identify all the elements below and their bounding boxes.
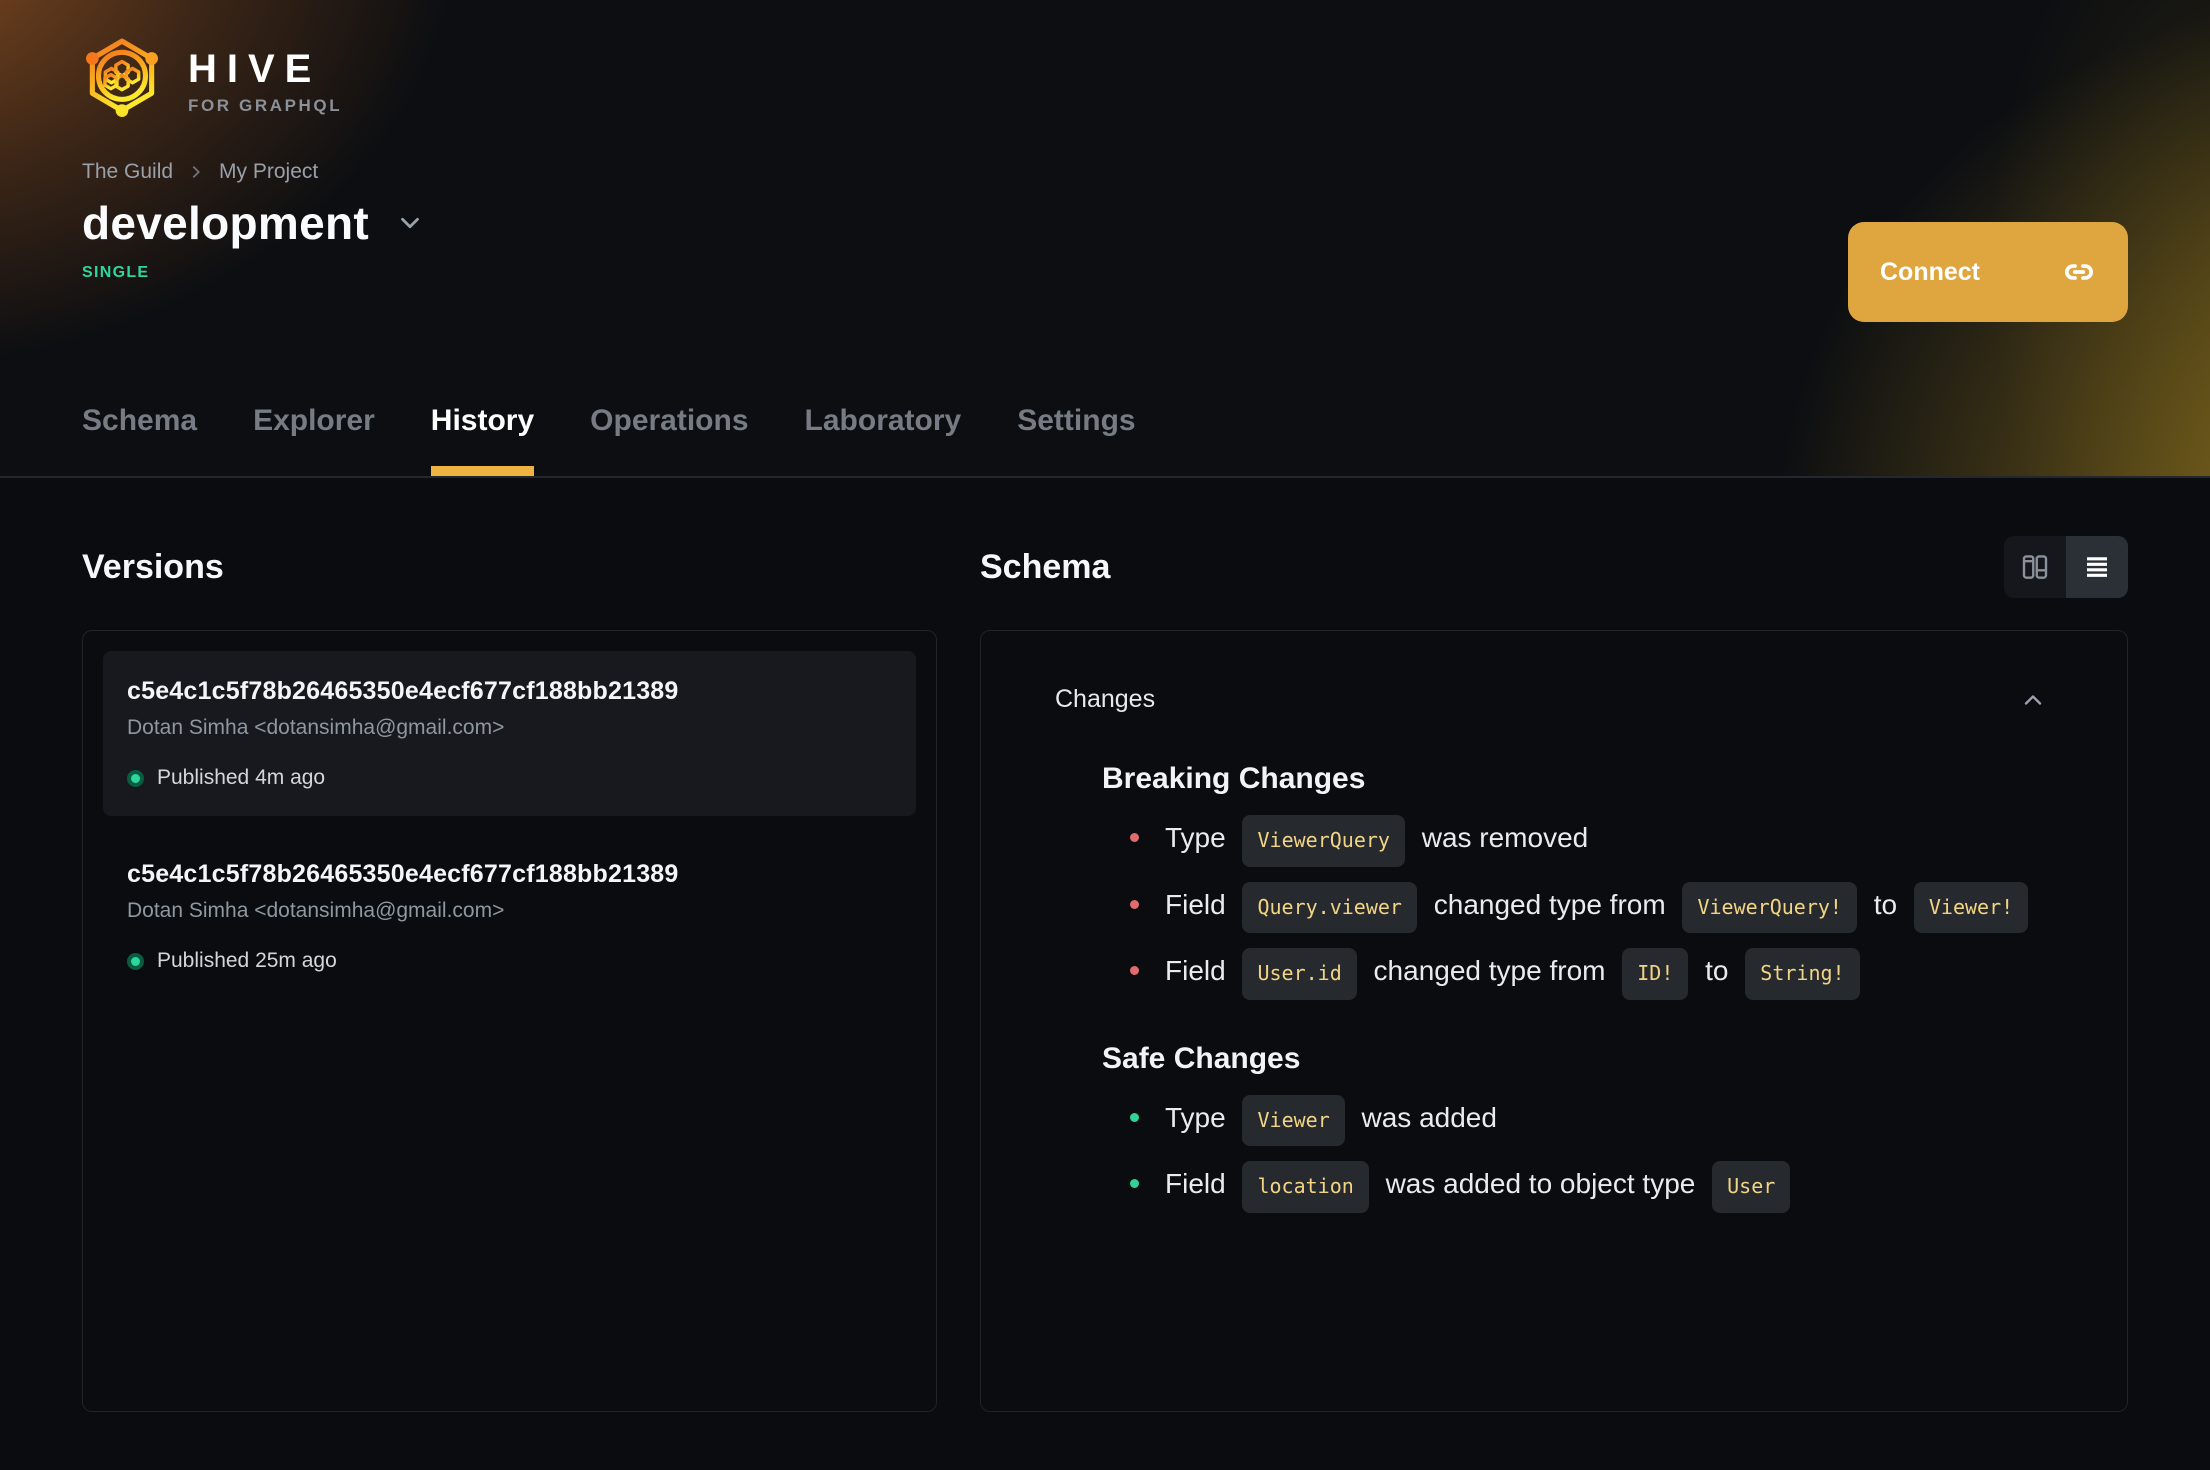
breadcrumb-org[interactable]: The Guild: [82, 160, 173, 184]
tab-settings[interactable]: Settings: [1017, 404, 1135, 476]
changes-panel-header: Changes: [1055, 685, 2047, 714]
main-content: Versions c5e4c1c5f78b26465350e4ecf677cf1…: [0, 478, 2210, 1412]
change-item: Field location was added to object type …: [1130, 1158, 2047, 1213]
schema-heading: Schema: [980, 547, 1111, 586]
safe-bullet-icon: [1130, 1179, 1139, 1189]
published-status-icon: [127, 952, 144, 970]
tab-label: Settings: [1017, 404, 1136, 437]
tab-label: Schema: [82, 404, 198, 437]
code-chip: User: [1712, 1161, 1791, 1213]
version-published-text: Published 25m ago: [157, 949, 337, 972]
tab-label: Operations: [590, 404, 749, 437]
breadcrumb: The Guild My Project: [82, 160, 2128, 184]
changes-body: Breaking Changes Type ViewerQuery was rem…: [1055, 762, 2047, 1213]
code-chip: Viewer: [1242, 1094, 1345, 1147]
change-section-safe: Safe Changes Type Viewer was added Field …: [1102, 1042, 2047, 1213]
code-chip: Query.viewer: [1242, 881, 1417, 934]
change-item: Field User.id changed type from ID! to S…: [1130, 945, 2047, 1000]
breaking-bullet-icon: [1130, 833, 1139, 843]
version-published-text: Published 4m ago: [157, 766, 326, 789]
hive-app: HIVE FOR GRAPHQL The Guild My Project de…: [0, 0, 2210, 1470]
change-text: Field: [1165, 1168, 1234, 1200]
tab-operations[interactable]: Operations: [590, 404, 748, 476]
change-list: Type ViewerQuery was removed Field Query…: [1102, 812, 2047, 1000]
safe-bullet-icon: [1130, 1112, 1139, 1122]
collapse-changes-button[interactable]: [2019, 686, 2047, 714]
code-chip: User.id: [1242, 948, 1357, 1000]
connect-button-label: Connect: [1880, 257, 1980, 286]
version-author: Dotan Simha <dotansimha@gmail.com>: [127, 899, 505, 922]
versions-list: c5e4c1c5f78b26465350e4ecf677cf188bb21389…: [82, 630, 937, 1412]
link-icon: [2064, 264, 2094, 280]
code-chip: String!: [1745, 948, 1860, 1000]
change-text: Field: [1165, 888, 1234, 920]
view-toggle: [2004, 536, 2128, 598]
code-chip: location: [1242, 1161, 1369, 1213]
site-header: HIVE FOR GRAPHQL The Guild My Project de…: [0, 0, 2210, 478]
brand-name: HIVE: [188, 47, 322, 91]
tab-schema[interactable]: Schema: [82, 404, 197, 476]
target-type-badge: SINGLE: [82, 264, 150, 281]
breaking-bullet-icon: [1130, 966, 1139, 976]
change-item: Type ViewerQuery was removed: [1130, 812, 2047, 867]
change-list: Type Viewer was added Field location was…: [1102, 1092, 2047, 1213]
tab-label: History: [430, 404, 535, 437]
version-list-item[interactable]: c5e4c1c5f78b26465350e4ecf677cf188bb21389…: [103, 651, 916, 816]
brand: HIVE FOR GRAPHQL: [82, 36, 2128, 128]
change-text: was added to object type: [1377, 1168, 1704, 1200]
target-header: development SINGLE: [82, 196, 2128, 282]
code-chip: ViewerQuery: [1242, 815, 1405, 867]
tab-explorer[interactable]: Explorer: [253, 404, 375, 476]
change-section-title: Breaking Changes: [1102, 762, 1366, 795]
breadcrumb-project[interactable]: My Project: [219, 160, 318, 184]
changes-panel: Changes Breaking Changes Type ViewerQuery…: [980, 630, 2128, 1412]
change-section-breaking: Breaking Changes Type ViewerQuery was rem…: [1102, 762, 2047, 1000]
change-text: Field: [1165, 955, 1234, 987]
connect-button[interactable]: Connect: [1848, 222, 2128, 322]
tab-label: Explorer: [253, 404, 375, 437]
versions-heading: Versions: [82, 547, 224, 586]
code-chip: ViewerQuery!: [1682, 881, 1857, 934]
tab-laboratory[interactable]: Laboratory: [805, 404, 962, 476]
published-status-icon: [127, 769, 144, 787]
version-author: Dotan Simha <dotansimha@gmail.com>: [127, 716, 505, 739]
change-text: Type: [1165, 1101, 1234, 1133]
list-view-icon: [2087, 557, 2107, 577]
breaking-bullet-icon: [1130, 899, 1139, 909]
version-status: Published 25m ago: [127, 949, 892, 973]
version-list-item[interactable]: c5e4c1c5f78b26465350e4ecf677cf188bb21389…: [103, 834, 916, 999]
tab-label: Laboratory: [804, 404, 962, 437]
columns-view-icon: [2022, 555, 2048, 579]
brand-text: HIVE FOR GRAPHQL: [188, 48, 342, 116]
change-item: Field Query.viewer changed type from Vie…: [1130, 879, 2047, 934]
tab-history[interactable]: History: [430, 404, 535, 476]
change-item: Type Viewer was added: [1130, 1092, 2047, 1147]
chevron-down-icon[interactable]: [395, 208, 425, 238]
change-text: Type: [1165, 822, 1234, 853]
change-text: to: [1865, 888, 1905, 920]
hive-logo-icon: [86, 38, 158, 117]
change-text: was removed: [1413, 822, 1589, 853]
code-chip: Viewer!: [1913, 881, 2029, 934]
diff-view-button[interactable]: [2004, 536, 2066, 598]
page-title: development: [82, 197, 370, 249]
versions-section: Versions c5e4c1c5f78b26465350e4ecf677cf1…: [82, 534, 937, 1412]
schema-section: Schema Changes Breaking Changes Type Vie…: [980, 534, 2128, 1412]
version-status: Published 4m ago: [127, 766, 892, 790]
brand-subtitle: FOR GRAPHQL: [188, 96, 343, 115]
change-text: changed type from: [1365, 955, 1614, 987]
chevron-up-icon: [2024, 694, 2042, 705]
change-text: changed type from: [1425, 888, 1674, 920]
change-text: to: [1697, 955, 1737, 987]
change-text: was added: [1353, 1101, 1497, 1133]
tab-bar: Schema Explorer History Operations Labor…: [82, 404, 2210, 476]
changes-panel-title: Changes: [1055, 685, 1156, 713]
version-hash: c5e4c1c5f78b26465350e4ecf677cf188bb21389: [127, 677, 679, 705]
list-view-button[interactable]: [2066, 536, 2128, 598]
version-hash: c5e4c1c5f78b26465350e4ecf677cf188bb21389: [127, 860, 679, 888]
code-chip: ID!: [1622, 948, 1689, 1000]
change-section-title: Safe Changes: [1102, 1041, 1301, 1075]
active-tab-indicator: [430, 466, 535, 476]
chevron-right-icon: [192, 165, 201, 179]
